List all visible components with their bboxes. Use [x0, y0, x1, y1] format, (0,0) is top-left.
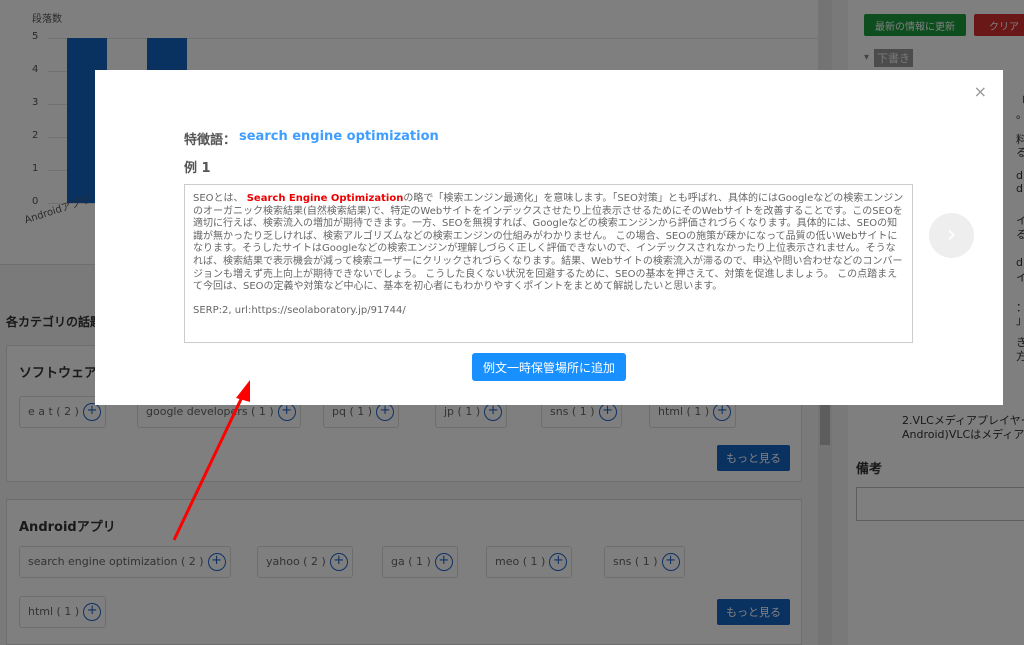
feature-label: 特徴語： [184, 133, 237, 148]
example-text: SEOとは、 [193, 193, 244, 204]
example-text-box: SEOとは、 Search Engine Optimizationの略で「検索エ… [184, 184, 913, 343]
next-arrow-icon[interactable]: › [929, 213, 974, 258]
close-icon[interactable]: × [974, 82, 987, 101]
feature-word: search engine optimization [239, 129, 439, 144]
serp-source: SERP:2, url:https://seolaboratory.jp/917… [193, 304, 406, 316]
add-to-temp-storage-button[interactable]: 例文一時保管場所に追加 [472, 353, 626, 381]
example-modal: × 特徴語： search engine optimization 例 1 SE… [95, 70, 1003, 405]
example-text: の略で「検索エンジン最適化」を意味します。「SEO対策」とも呼ばれ、具体的にはG… [193, 193, 904, 293]
example-label: 例 1 [184, 161, 211, 176]
highlighted-term: Search Engine Optimization [246, 193, 404, 204]
